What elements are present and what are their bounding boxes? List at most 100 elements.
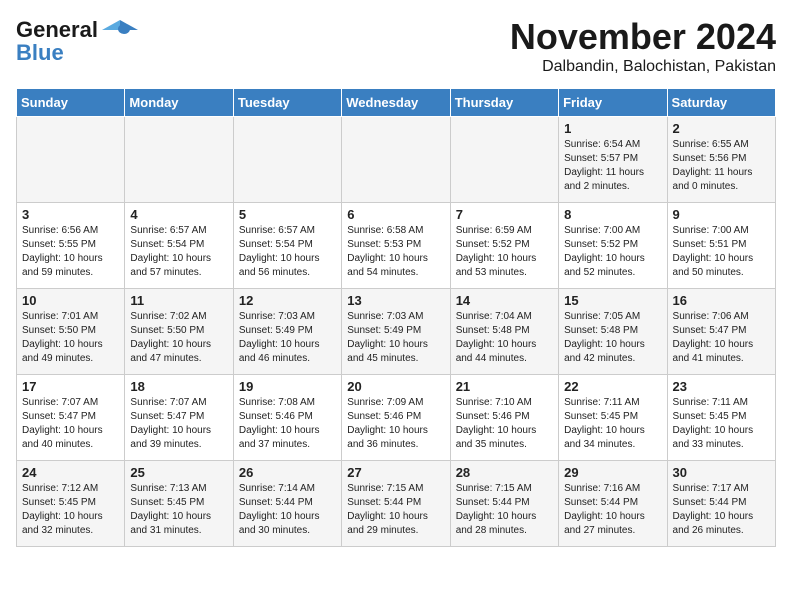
- day-info: Sunrise: 7:05 AM Sunset: 5:48 PM Dayligh…: [564, 310, 661, 366]
- calendar-day-cell: 26 Sunrise: 7:14 AM Sunset: 5:44 PM Dayli…: [233, 461, 341, 547]
- days-of-week-row: Sunday Monday Tuesday Wednesday Thursday…: [17, 89, 776, 117]
- calendar-day-cell: 6 Sunrise: 6:58 AM Sunset: 5:53 PM Daylig…: [342, 203, 450, 289]
- day-number: 1: [564, 121, 661, 136]
- calendar-day-cell: 28 Sunrise: 7:15 AM Sunset: 5:44 PM Dayli…: [450, 461, 558, 547]
- calendar-day-cell: 1 Sunrise: 6:54 AM Sunset: 5:57 PM Daylig…: [559, 117, 667, 203]
- day-info: Sunrise: 7:13 AM Sunset: 5:45 PM Dayligh…: [130, 482, 227, 538]
- day-number: 6: [347, 207, 444, 222]
- calendar-week-row: 17Sunrise: 7:07 AM Sunset: 5:47 PM Dayli…: [17, 375, 776, 461]
- calendar-day-cell: 16 Sunrise: 7:06 AM Sunset: 5:47 PM Dayli…: [667, 289, 775, 375]
- day-number: 15: [564, 293, 661, 308]
- calendar-day-cell: [17, 117, 125, 203]
- calendar-day-cell: 22Sunrise: 7:11 AM Sunset: 5:45 PM Dayli…: [559, 375, 667, 461]
- day-number: 11: [130, 293, 227, 308]
- day-number: 10: [22, 293, 119, 308]
- calendar-title-block: November 2024 Dalbandin, Balochistan, Pa…: [510, 16, 776, 76]
- day-number: 29: [564, 465, 661, 480]
- day-info: Sunrise: 7:01 AM Sunset: 5:50 PM Dayligh…: [22, 310, 119, 366]
- header-thursday: Thursday: [450, 89, 558, 117]
- calendar-day-cell: 14 Sunrise: 7:04 AM Sunset: 5:48 PM Dayli…: [450, 289, 558, 375]
- calendar-day-cell: [342, 117, 450, 203]
- day-info: Sunrise: 7:06 AM Sunset: 5:47 PM Dayligh…: [673, 310, 770, 366]
- day-number: 28: [456, 465, 553, 480]
- day-info: Sunrise: 7:03 AM Sunset: 5:49 PM Dayligh…: [239, 310, 336, 366]
- day-number: 18: [130, 379, 227, 394]
- day-info: Sunrise: 7:00 AM Sunset: 5:51 PM Dayligh…: [673, 224, 770, 280]
- calendar-week-row: 3 Sunrise: 6:56 AM Sunset: 5:55 PM Daylig…: [17, 203, 776, 289]
- day-info: Sunrise: 6:58 AM Sunset: 5:53 PM Dayligh…: [347, 224, 444, 280]
- day-number: 3: [22, 207, 119, 222]
- calendar-day-cell: 5Sunrise: 6:57 AM Sunset: 5:54 PM Daylig…: [233, 203, 341, 289]
- calendar-day-cell: 30Sunrise: 7:17 AM Sunset: 5:44 PM Dayli…: [667, 461, 775, 547]
- calendar-day-cell: 21 Sunrise: 7:10 AM Sunset: 5:46 PM Dayli…: [450, 375, 558, 461]
- day-info: Sunrise: 7:07 AM Sunset: 5:47 PM Dayligh…: [22, 396, 119, 452]
- day-number: 19: [239, 379, 336, 394]
- day-info: Sunrise: 7:10 AM Sunset: 5:46 PM Dayligh…: [456, 396, 553, 452]
- calendar-table: Sunday Monday Tuesday Wednesday Thursday…: [16, 88, 776, 547]
- day-number: 7: [456, 207, 553, 222]
- calendar-day-cell: 3 Sunrise: 6:56 AM Sunset: 5:55 PM Daylig…: [17, 203, 125, 289]
- day-info: Sunrise: 7:16 AM Sunset: 5:44 PM Dayligh…: [564, 482, 661, 538]
- calendar-day-cell: [450, 117, 558, 203]
- day-info: Sunrise: 7:15 AM Sunset: 5:44 PM Dayligh…: [347, 482, 444, 538]
- calendar-week-row: 24 Sunrise: 7:12 AM Sunset: 5:45 PM Dayli…: [17, 461, 776, 547]
- day-number: 20: [347, 379, 444, 394]
- day-info: Sunrise: 7:12 AM Sunset: 5:45 PM Dayligh…: [22, 482, 119, 538]
- calendar-day-cell: 20 Sunrise: 7:09 AM Sunset: 5:46 PM Dayli…: [342, 375, 450, 461]
- day-info: Sunrise: 6:57 AM Sunset: 5:54 PM Dayligh…: [239, 224, 336, 280]
- day-info: Sunrise: 6:57 AM Sunset: 5:54 PM Dayligh…: [130, 224, 227, 280]
- calendar-day-cell: 7 Sunrise: 6:59 AM Sunset: 5:52 PM Daylig…: [450, 203, 558, 289]
- calendar-week-row: 1 Sunrise: 6:54 AM Sunset: 5:57 PM Daylig…: [17, 117, 776, 203]
- calendar-day-cell: 27 Sunrise: 7:15 AM Sunset: 5:44 PM Dayli…: [342, 461, 450, 547]
- day-info: Sunrise: 7:17 AM Sunset: 5:44 PM Dayligh…: [673, 482, 770, 538]
- header-sunday: Sunday: [17, 89, 125, 117]
- calendar-day-cell: 15 Sunrise: 7:05 AM Sunset: 5:48 PM Dayli…: [559, 289, 667, 375]
- calendar-day-cell: [233, 117, 341, 203]
- day-info: Sunrise: 7:09 AM Sunset: 5:46 PM Dayligh…: [347, 396, 444, 452]
- day-number: 9: [673, 207, 770, 222]
- calendar-body: 1 Sunrise: 6:54 AM Sunset: 5:57 PM Daylig…: [17, 117, 776, 547]
- day-number: 25: [130, 465, 227, 480]
- day-info: Sunrise: 7:08 AM Sunset: 5:46 PM Dayligh…: [239, 396, 336, 452]
- logo-blue-text: Blue: [16, 40, 64, 66]
- day-number: 16: [673, 293, 770, 308]
- calendar-day-cell: [125, 117, 233, 203]
- day-info: Sunrise: 7:00 AM Sunset: 5:52 PM Dayligh…: [564, 224, 661, 280]
- calendar-day-cell: 12Sunrise: 7:03 AM Sunset: 5:49 PM Dayli…: [233, 289, 341, 375]
- day-info: Sunrise: 6:56 AM Sunset: 5:55 PM Dayligh…: [22, 224, 119, 280]
- calendar-day-cell: 10 Sunrise: 7:01 AM Sunset: 5:50 PM Dayli…: [17, 289, 125, 375]
- day-info: Sunrise: 7:15 AM Sunset: 5:44 PM Dayligh…: [456, 482, 553, 538]
- day-info: Sunrise: 6:59 AM Sunset: 5:52 PM Dayligh…: [456, 224, 553, 280]
- calendar-day-cell: 8Sunrise: 7:00 AM Sunset: 5:52 PM Daylig…: [559, 203, 667, 289]
- day-number: 24: [22, 465, 119, 480]
- header-wednesday: Wednesday: [342, 89, 450, 117]
- day-info: Sunrise: 7:04 AM Sunset: 5:48 PM Dayligh…: [456, 310, 553, 366]
- calendar-day-cell: 4 Sunrise: 6:57 AM Sunset: 5:54 PM Daylig…: [125, 203, 233, 289]
- day-number: 26: [239, 465, 336, 480]
- day-number: 27: [347, 465, 444, 480]
- page-header: General Blue November 2024 Dalbandin, Ba…: [16, 16, 776, 76]
- calendar-day-cell: 25 Sunrise: 7:13 AM Sunset: 5:45 PM Dayli…: [125, 461, 233, 547]
- day-info: Sunrise: 7:14 AM Sunset: 5:44 PM Dayligh…: [239, 482, 336, 538]
- calendar-day-cell: 13 Sunrise: 7:03 AM Sunset: 5:49 PM Dayli…: [342, 289, 450, 375]
- day-number: 4: [130, 207, 227, 222]
- day-info: Sunrise: 7:02 AM Sunset: 5:50 PM Dayligh…: [130, 310, 227, 366]
- calendar-day-cell: 11 Sunrise: 7:02 AM Sunset: 5:50 PM Dayli…: [125, 289, 233, 375]
- header-friday: Friday: [559, 89, 667, 117]
- calendar-day-cell: 24 Sunrise: 7:12 AM Sunset: 5:45 PM Dayli…: [17, 461, 125, 547]
- header-monday: Monday: [125, 89, 233, 117]
- day-info: Sunrise: 7:11 AM Sunset: 5:45 PM Dayligh…: [564, 396, 661, 452]
- calendar-day-cell: 17Sunrise: 7:07 AM Sunset: 5:47 PM Dayli…: [17, 375, 125, 461]
- calendar-day-cell: 19 Sunrise: 7:08 AM Sunset: 5:46 PM Dayli…: [233, 375, 341, 461]
- month-year-title: November 2024: [510, 16, 776, 58]
- day-number: 23: [673, 379, 770, 394]
- day-info: Sunrise: 7:03 AM Sunset: 5:49 PM Dayligh…: [347, 310, 444, 366]
- day-info: Sunrise: 7:11 AM Sunset: 5:45 PM Dayligh…: [673, 396, 770, 452]
- day-number: 13: [347, 293, 444, 308]
- day-number: 14: [456, 293, 553, 308]
- location-subtitle: Dalbandin, Balochistan, Pakistan: [510, 58, 776, 76]
- header-tuesday: Tuesday: [233, 89, 341, 117]
- calendar-day-cell: 9 Sunrise: 7:00 AM Sunset: 5:51 PM Daylig…: [667, 203, 775, 289]
- day-info: Sunrise: 6:54 AM Sunset: 5:57 PM Dayligh…: [564, 138, 661, 194]
- day-number: 21: [456, 379, 553, 394]
